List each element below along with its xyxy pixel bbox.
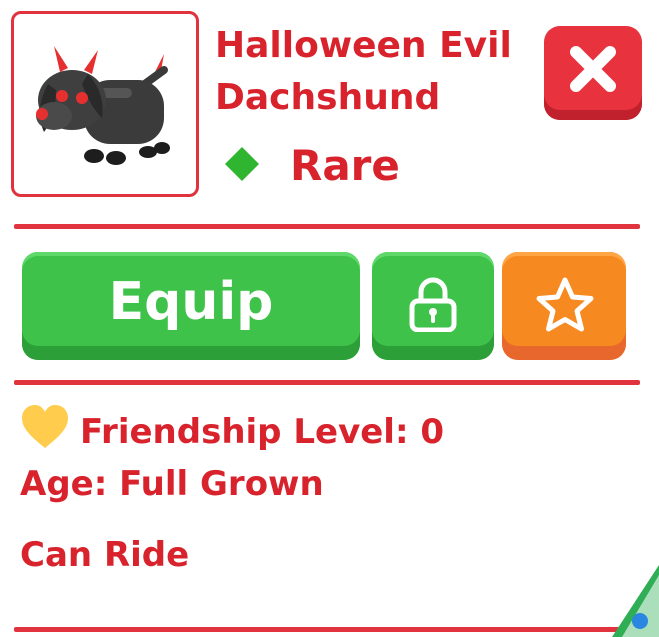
friendship-level: Friendship Level: 0 xyxy=(80,412,445,452)
lock-button[interactable] xyxy=(372,252,494,360)
favorite-button[interactable] xyxy=(502,252,626,360)
left-horn xyxy=(54,46,68,72)
equip-button-label: Equip xyxy=(108,272,274,332)
pet-nose xyxy=(36,108,48,120)
ride-status: Can Ride xyxy=(20,535,190,575)
rarity-label: Rare xyxy=(290,141,400,190)
rarity-diamond-icon xyxy=(225,147,259,181)
pet-portrait xyxy=(11,11,199,197)
pet-age: Age: Full Grown xyxy=(20,464,324,504)
pet-name: Halloween Evil Dachshund xyxy=(215,25,512,118)
star-icon xyxy=(536,277,594,332)
close-button[interactable] xyxy=(544,26,642,120)
equip-button[interactable]: Equip xyxy=(22,252,360,360)
right-horn xyxy=(84,50,98,74)
divider-bottom xyxy=(14,627,640,632)
corner-potion-icon xyxy=(612,565,659,637)
divider-middle xyxy=(14,380,640,385)
close-x-icon xyxy=(570,46,616,92)
divider-top xyxy=(14,224,640,229)
heart-icon xyxy=(22,405,68,448)
dachshund-image xyxy=(36,46,170,165)
padlock-icon xyxy=(409,277,457,332)
